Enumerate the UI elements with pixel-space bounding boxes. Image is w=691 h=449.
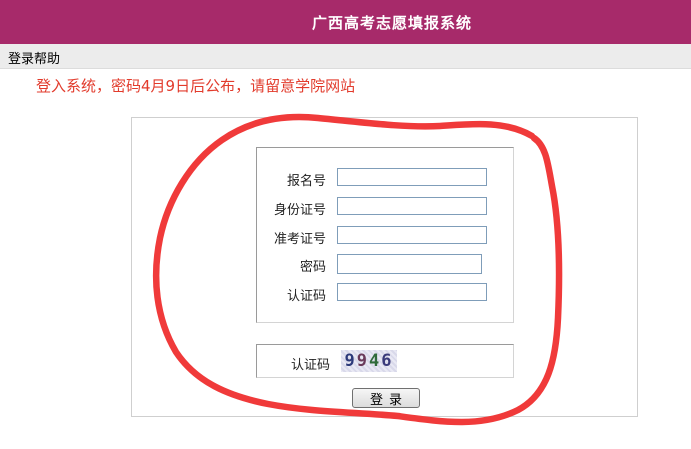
login-help-link[interactable]: 登录帮助 xyxy=(8,48,60,67)
exam-number-label: 准考证号 xyxy=(273,232,326,247)
exam-number-input[interactable] xyxy=(337,226,487,244)
captcha-label: 认证码 xyxy=(291,358,331,373)
captcha-digit: 9 xyxy=(344,351,357,371)
page-title: 广西高考志愿填报系统 xyxy=(312,14,473,32)
captcha-image[interactable]: 9946 xyxy=(341,350,397,372)
captcha-digit: 6 xyxy=(381,351,394,371)
captcha-group: 认证码 9946 xyxy=(256,344,514,378)
captcha-digit: 4 xyxy=(369,351,382,371)
verification-code-input[interactable] xyxy=(337,283,487,301)
field-row-registration-number: 报名号 xyxy=(225,168,326,189)
password-input[interactable] xyxy=(337,254,482,274)
login-button[interactable]: 登录 xyxy=(352,388,420,408)
field-row-password: 密码 xyxy=(225,254,326,275)
login-page: 广西高考志愿填报系统 登录帮助 登入系统，密码4月9日后公布，请留意学院网站 报… xyxy=(0,0,691,449)
registration-number-input[interactable] xyxy=(337,168,487,186)
registration-number-label: 报名号 xyxy=(286,174,326,189)
password-label: 密码 xyxy=(299,260,326,275)
captcha-digit: 9 xyxy=(356,351,369,371)
header-bar: 广西高考志愿填报系统 xyxy=(0,0,691,44)
field-row-exam-number: 准考证号 xyxy=(225,226,326,247)
verification-code-label: 认证码 xyxy=(286,289,326,304)
menu-bar: 登录帮助 xyxy=(0,44,691,69)
notice-text: 登入系统，密码4月9日后公布，请留意学院网站 xyxy=(36,77,356,95)
id-number-input[interactable] xyxy=(337,197,487,215)
id-number-label: 身份证号 xyxy=(273,203,326,218)
field-row-verification-code: 认证码 xyxy=(225,283,326,304)
field-row-id-number: 身份证号 xyxy=(225,197,326,218)
